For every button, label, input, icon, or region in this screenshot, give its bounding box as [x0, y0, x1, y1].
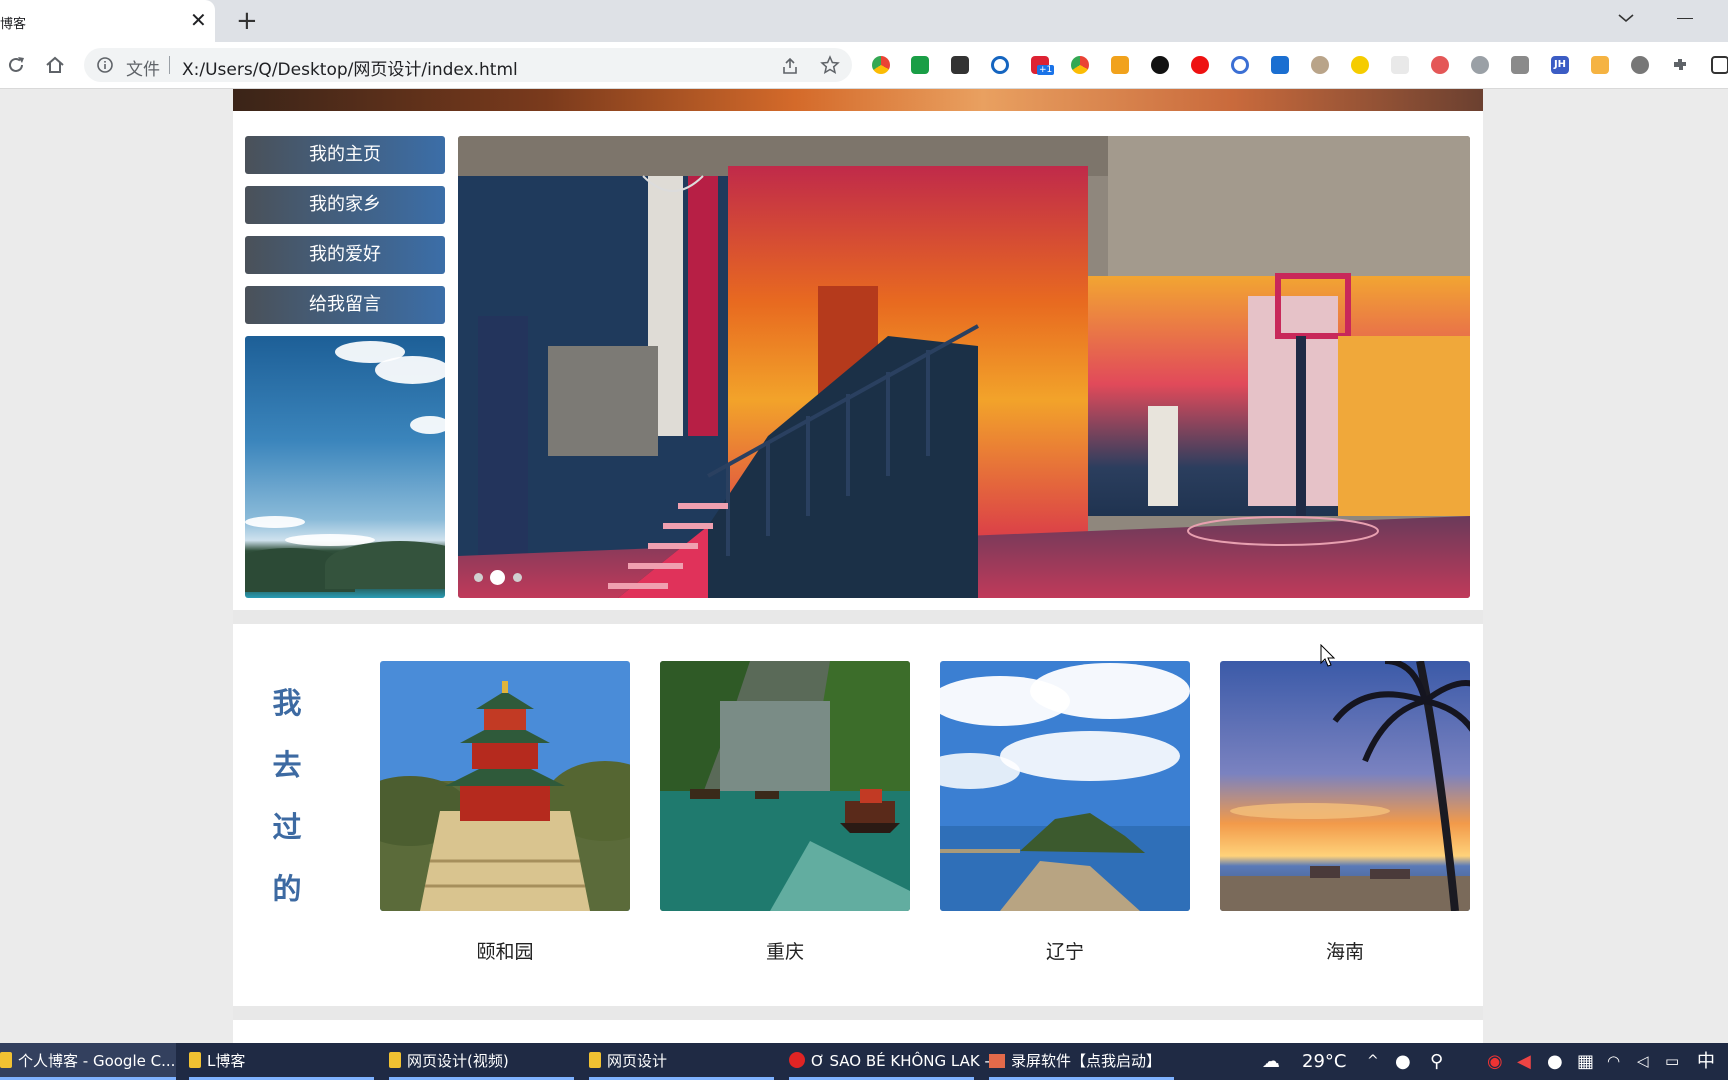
ime-indicator[interactable]: 中 [1697, 1043, 1715, 1080]
place-photo-chongqing [660, 661, 910, 911]
yellow-extension-icon[interactable] [1351, 56, 1369, 74]
side-panel-icon[interactable] [1711, 56, 1728, 74]
tab-close-icon[interactable]: ✕ [190, 8, 207, 32]
visited-section-title: 我 去 过 的 [272, 686, 302, 906]
url-separator [169, 56, 170, 74]
weather-temp[interactable]: 29°C [1302, 1043, 1346, 1080]
place-card-hainan[interactable]: 海南 [1220, 661, 1470, 964]
link-extension-icon[interactable] [1471, 56, 1489, 74]
calendar-extension-icon[interactable]: +1 [1031, 56, 1055, 75]
place-card-yiheyuan[interactable]: 颐和园 [380, 661, 630, 964]
tab-search-chevron-icon[interactable] [1616, 8, 1636, 28]
speaker-icon[interactable]: ◁ [1637, 1043, 1649, 1080]
shield-extension-icon[interactable] [911, 56, 929, 74]
adblock-extension-icon[interactable] [1191, 56, 1209, 74]
taskbar-item-recorder[interactable]: 录屏软件【点我启动】 [989, 1043, 1174, 1080]
url-scheme-label: 文件 [126, 60, 160, 80]
browser-toolbar: 文件 X:/Users/Q/Desktop/网页设计/index.html +1… [0, 42, 1728, 89]
taskbar-item-music[interactable]: Ơ SAO BÉ KHÔNG LAK -... [789, 1043, 1004, 1080]
orange-extension-icon[interactable] [1591, 56, 1609, 74]
address-bar[interactable]: 文件 X:/Users/Q/Desktop/网页设计/index.html [84, 48, 852, 82]
new-tab-icon[interactable]: + [236, 5, 258, 37]
carousel-slide-court [458, 136, 1470, 598]
app-tray-icon[interactable]: ▦ [1577, 1043, 1594, 1080]
place-name: 辽宁 [1045, 941, 1084, 963]
taskbar-item-blog-folder[interactable]: L博客 [189, 1043, 374, 1080]
grid-extension-icon[interactable] [1391, 56, 1409, 74]
tray-expand-icon[interactable]: ^ [1367, 1043, 1379, 1080]
info-icon[interactable] [96, 56, 114, 74]
v-extension-icon[interactable] [1271, 56, 1289, 74]
bookmark-star-icon[interactable] [820, 55, 840, 75]
place-card-liaoning[interactable]: 辽宁 [940, 661, 1190, 964]
blog-page: 我的主页 我的家乡 我的爱好 给我留言 我 去 过 的 颐和园 重庆 辽宁 海南 [233, 89, 1483, 1043]
sidebar-photo-sky-lake [245, 336, 445, 598]
jh-extension-icon[interactable]: JH [1551, 56, 1569, 74]
carousel-dot-1[interactable] [474, 573, 483, 582]
nav-message-button[interactable]: 给我留言 [245, 286, 445, 324]
nav-hometown-button[interactable]: 我的家乡 [245, 186, 445, 224]
folder-icon [0, 1052, 12, 1068]
wifi-icon[interactable]: ◠ [1607, 1043, 1620, 1080]
g-extension-icon[interactable] [1231, 56, 1249, 74]
os-taskbar: 个人博客 - Google C... L博客 网页设计(视频) 网页设计 Ơ S… [0, 1043, 1728, 1080]
tab-title: 博客 [0, 17, 27, 32]
record-icon[interactable]: ◉ [1487, 1043, 1503, 1080]
tab-strip: 博客 ✕ + [0, 0, 1728, 42]
recorder-app-icon [989, 1054, 1005, 1068]
folder-icon [189, 1052, 201, 1068]
place-name: 海南 [1325, 941, 1364, 963]
image-carousel[interactable] [458, 136, 1470, 598]
mouse-cursor-icon [1320, 644, 1336, 667]
reload-icon[interactable] [6, 55, 26, 75]
chrome-extension-icon-2[interactable] [1071, 56, 1089, 74]
url-text[interactable]: X:/Users/Q/Desktop/网页设计/index.html [182, 55, 518, 80]
place-name: 颐和园 [476, 941, 534, 963]
place-photo-liaoning [940, 661, 1190, 911]
extension-badge: +1 [1037, 65, 1055, 75]
download-extension-icon[interactable] [1111, 56, 1129, 74]
folder-icon [389, 1052, 401, 1068]
folder-icon [589, 1052, 601, 1068]
search-extension-icon[interactable] [991, 56, 1009, 74]
place-photo-hainan [1220, 661, 1470, 911]
volume-muted-icon[interactable]: ◀ [1517, 1043, 1531, 1080]
taskbar-item-video-folder[interactable]: 网页设计(视频) [389, 1043, 574, 1080]
music-app-icon [789, 1052, 805, 1068]
wechat-icon[interactable]: ● [1395, 1043, 1411, 1080]
place-name: 重庆 [765, 941, 804, 963]
header-banner-image [233, 89, 1483, 111]
openai-extension-icon[interactable] [1151, 56, 1169, 74]
taskbar-item-chrome[interactable]: 个人博客 - Google C... [0, 1043, 176, 1080]
place-photo-yiheyuan [380, 661, 630, 911]
taskbar-item-webdesign-folder[interactable]: 网页设计 [589, 1043, 774, 1080]
owl-extension-icon[interactable] [1311, 56, 1329, 74]
minimize-icon[interactable] [1677, 18, 1693, 19]
share-icon[interactable] [780, 56, 800, 76]
home-icon[interactable] [44, 54, 66, 76]
camera-extension-icon[interactable] [1511, 56, 1529, 74]
place-card-chongqing[interactable]: 重庆 [660, 661, 910, 964]
dark-extension-icon[interactable] [951, 56, 969, 74]
chrome-extension-icon[interactable] [872, 56, 890, 74]
section-divider-bottom [233, 1006, 1483, 1020]
browser-tab[interactable]: 博客 ✕ [0, 0, 215, 42]
search-tray-icon[interactable]: ⚲ [1430, 1043, 1443, 1080]
settings-extension-icon[interactable] [1631, 56, 1649, 74]
battery-icon[interactable]: ▭ [1665, 1043, 1679, 1080]
nav-hobby-button[interactable]: 我的爱好 [245, 236, 445, 274]
qq-icon[interactable]: ● [1547, 1043, 1563, 1080]
carousel-dot-3[interactable] [513, 573, 522, 582]
section-divider [233, 610, 1483, 624]
network-extension-icon[interactable] [1431, 56, 1449, 74]
extensions-puzzle-icon[interactable] [1671, 56, 1689, 74]
weather-cloud-icon[interactable]: ☁ [1262, 1043, 1280, 1080]
nav-home-button[interactable]: 我的主页 [245, 136, 445, 174]
carousel-dot-2[interactable] [490, 570, 505, 585]
